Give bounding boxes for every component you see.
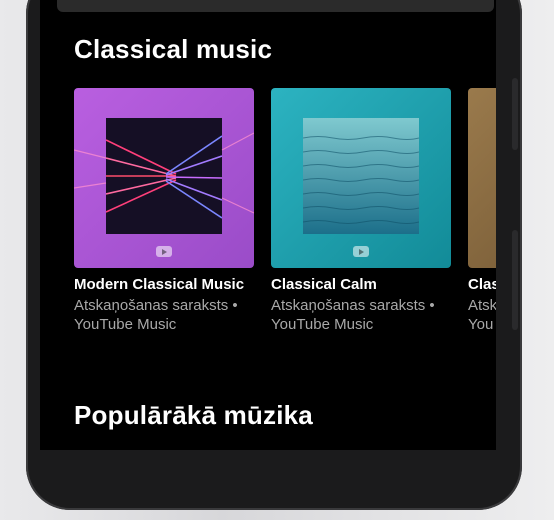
- card-title[interactable]: Classical Calm: [271, 276, 451, 293]
- power-button: [512, 78, 518, 150]
- card-subtitle-type: Atskaņošanas saraksts •: [271, 297, 435, 314]
- playlist-thumbnail[interactable]: [74, 88, 254, 268]
- water-art-image: [303, 118, 419, 234]
- playlist-card-classical-calm[interactable]: Classical Calm Atskaņošanas saraksts • Y…: [271, 88, 451, 334]
- card-title[interactable]: Modern Classical Music: [74, 276, 254, 293]
- card-subtitle-owner: You: [468, 316, 494, 333]
- card-subtitle-owner: YouTube Music: [74, 316, 177, 333]
- section-title-classical: Classical music: [74, 34, 273, 64]
- youtube-play-icon: [156, 246, 172, 257]
- neon-overflow-lines: [74, 132, 254, 214]
- card-title[interactable]: Clas: [468, 276, 496, 293]
- playlist-card-modern-classical[interactable]: Modern Classical Music Atskaņošanas sara…: [74, 88, 254, 334]
- previous-section-bottom: [57, 0, 494, 12]
- card-subtitle-owner: YouTube Music: [271, 316, 374, 333]
- volume-button: [512, 230, 518, 330]
- playlist-card-partial[interactable]: Clas Atsk You: [468, 88, 496, 334]
- section-title-popular: Populārākā mūzika: [74, 400, 313, 430]
- playlist-thumbnail[interactable]: [468, 88, 496, 268]
- card-subtitle-type: Atskaņošanas saraksts •: [74, 297, 238, 314]
- youtube-play-icon: [353, 246, 369, 257]
- card-subtitle-type: Atsk: [468, 297, 496, 314]
- app-screen: Classical music Modern Classical Music A…: [40, 0, 496, 450]
- playlist-thumbnail[interactable]: [271, 88, 451, 268]
